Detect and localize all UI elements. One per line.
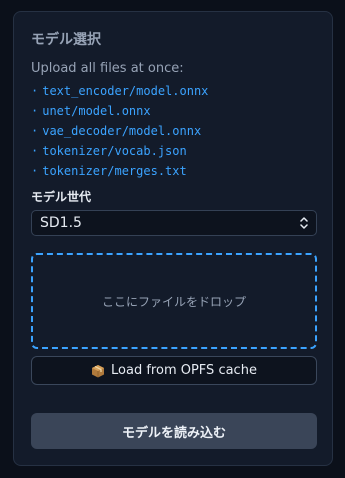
panel-title: モデル選択 bbox=[31, 32, 101, 48]
dropzone-text: ここにファイルをドロップ bbox=[101, 294, 246, 309]
file-list-item: · unet/model.onnx bbox=[31, 101, 208, 121]
upload-hint: Upload all files at once: bbox=[31, 61, 184, 76]
file-dropzone[interactable]: ここにファイルをドロップ bbox=[31, 253, 317, 349]
bullet: · bbox=[31, 164, 39, 178]
file-path: tokenizer/vocab.json bbox=[42, 144, 187, 158]
model-generation-value: SD1.5 bbox=[40, 215, 82, 231]
file-path: unet/model.onnx bbox=[42, 104, 151, 118]
bullet: · bbox=[31, 84, 39, 98]
file-list-item: · text_encoder/model.onnx bbox=[31, 81, 208, 101]
opfs-button-label: Load from OPFS cache bbox=[111, 363, 257, 378]
file-list-item: · tokenizer/merges.txt bbox=[31, 161, 208, 181]
bullet: · bbox=[31, 144, 39, 158]
load-opfs-cache-button[interactable]: Load from OPFS cache bbox=[31, 356, 317, 385]
required-file-list: · text_encoder/model.onnx · unet/model.onn… bbox=[31, 81, 208, 181]
model-selection-panel: モデル選択 Upload all files at once: · text_en… bbox=[13, 11, 333, 466]
file-path: text_encoder/model.onnx bbox=[42, 84, 209, 98]
load-model-button[interactable]: モデルを読み込む bbox=[31, 413, 317, 449]
bullet: · bbox=[31, 104, 39, 118]
bullet: · bbox=[31, 124, 39, 138]
file-path: tokenizer/merges.txt bbox=[42, 164, 187, 178]
load-model-button-label: モデルを読み込む bbox=[121, 425, 226, 441]
model-generation-select[interactable]: SD1.5 bbox=[31, 210, 317, 236]
file-path: vae_decoder/model.onnx bbox=[42, 124, 202, 138]
select-caret-icon bbox=[300, 217, 308, 229]
model-generation-label: モデル世代 bbox=[31, 190, 92, 204]
file-list-item: · tokenizer/vocab.json bbox=[31, 141, 208, 161]
file-list-item: · vae_decoder/model.onnx bbox=[31, 121, 208, 141]
package-icon bbox=[92, 364, 105, 377]
